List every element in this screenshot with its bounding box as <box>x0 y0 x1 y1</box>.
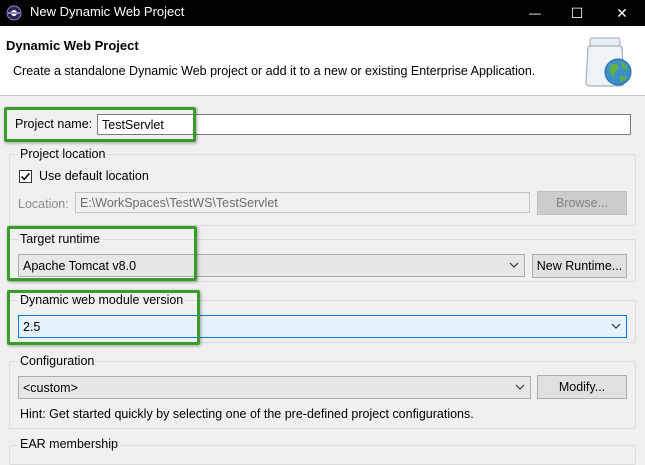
ear-membership-group-label: EAR membership <box>18 437 120 451</box>
new-runtime-button[interactable]: New Runtime... <box>532 254 627 278</box>
jar-globe-icon <box>585 37 632 87</box>
project-location-group-label: Project location <box>18 147 108 161</box>
wizard-title: Dynamic Web Project <box>6 38 139 53</box>
use-default-location-checkbox[interactable] <box>19 170 32 183</box>
close-icon: ✕ <box>616 4 628 21</box>
chevron-down-icon <box>509 262 519 268</box>
module-version-highlight <box>7 290 200 345</box>
eclipse-app-icon <box>6 5 22 21</box>
configuration-hint: Hint: Get started quickly by selecting o… <box>20 407 474 421</box>
configuration-group-label: Configuration <box>18 354 97 368</box>
chevron-down-icon <box>515 384 525 390</box>
title-bar: New Dynamic Web Project — ☐ ✕ <box>0 0 645 26</box>
maximize-button[interactable]: ☐ <box>558 0 596 26</box>
project-location-group <box>9 154 636 226</box>
location-label: Location: <box>18 197 69 211</box>
project-name-highlight <box>4 107 196 142</box>
close-button[interactable]: ✕ <box>603 0 641 26</box>
window-title: New Dynamic Web Project <box>30 4 185 19</box>
use-default-location-label: Use default location <box>39 169 149 183</box>
maximize-icon: ☐ <box>570 4 584 21</box>
minimize-icon: — <box>529 6 541 20</box>
minimize-button[interactable]: — <box>516 0 554 26</box>
wizard-banner: Dynamic Web Project Create a standalone … <box>0 26 645 96</box>
modify-button[interactable]: Modify... <box>537 375 627 399</box>
browse-button[interactable]: Browse... <box>537 191 627 215</box>
configuration-select[interactable]: <custom> <box>18 376 531 399</box>
wizard-description: Create a standalone Dynamic Web project … <box>13 64 536 78</box>
location-input[interactable]: E:\WorkSpaces\TestWS\TestServlet <box>75 192 530 213</box>
target-runtime-highlight <box>7 226 197 281</box>
configuration-value: <custom> <box>23 380 78 395</box>
checkmark-icon <box>20 172 31 181</box>
chevron-down-icon <box>611 323 621 329</box>
